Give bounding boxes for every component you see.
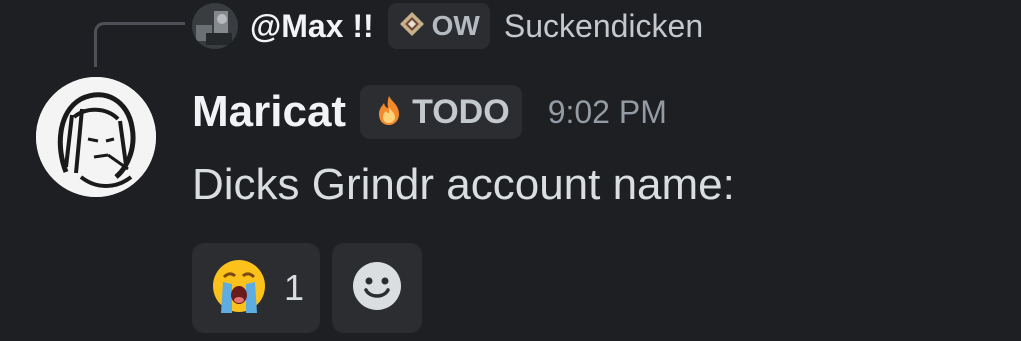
reaction-count: 1 xyxy=(284,267,305,308)
avatar[interactable] xyxy=(36,77,156,197)
reply-tag-badge: OW xyxy=(387,3,490,49)
loudly-crying-face-icon xyxy=(208,255,270,322)
fire-icon xyxy=(372,93,406,132)
reply-content[interactable]: Suckendicken xyxy=(504,8,703,45)
reply-preview[interactable]: @Max !! OW Suckendicken xyxy=(192,2,703,50)
message-content: Dicks Grindr account name: xyxy=(192,160,735,209)
reply-username[interactable]: @Max !! xyxy=(250,8,374,45)
add-reaction-button[interactable] xyxy=(332,243,423,333)
smiley-icon xyxy=(351,260,403,317)
tag-text: TODO xyxy=(412,92,510,131)
reply-spine xyxy=(94,22,185,67)
username[interactable]: Maricat xyxy=(192,87,346,137)
diamond-badge-icon xyxy=(398,10,426,43)
reply-avatar[interactable] xyxy=(192,3,238,49)
message-header: Maricat TODO 9:02 PM xyxy=(192,84,667,140)
reaction-crying[interactable]: 1 xyxy=(192,243,321,333)
reactions-bar: 1 xyxy=(192,243,423,333)
tag-badge[interactable]: TODO xyxy=(360,85,522,139)
timestamp[interactable]: 9:02 PM xyxy=(548,94,667,131)
reply-tag-text: OW xyxy=(431,10,480,41)
